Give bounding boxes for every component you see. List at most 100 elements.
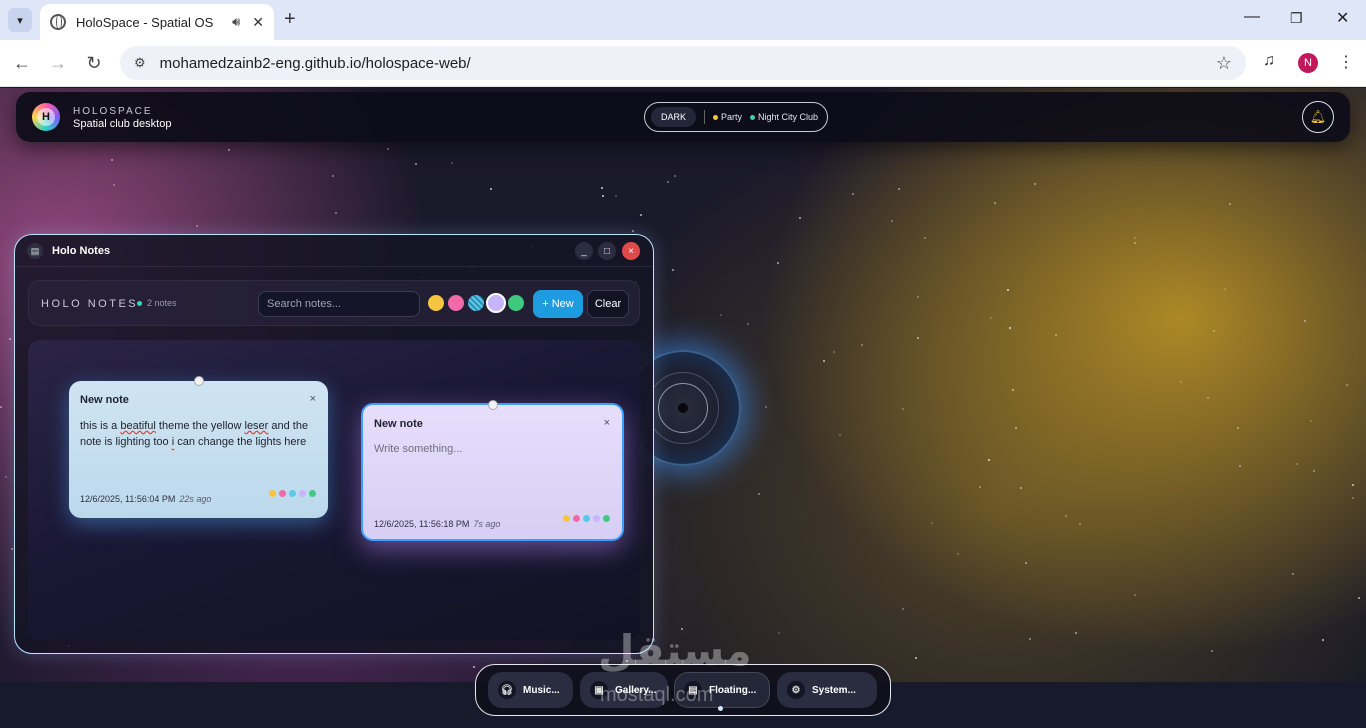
star-dot <box>979 486 981 488</box>
star-dot <box>833 351 835 353</box>
browser-tabstrip: ▾ HoloSpace - Spatial OS 🔊︎ ✕ + — ❐ ✕ <box>0 0 1366 40</box>
new-note-button[interactable]: + New <box>533 290 583 318</box>
minimize-window-icon[interactable]: — <box>1244 8 1260 26</box>
status-pill[interactable]: DARK Party Night City Club <box>644 102 828 132</box>
color-swatch-cyan[interactable] <box>468 295 484 311</box>
window-titlebar[interactable]: ▤ Holo Notes _ □ × <box>15 235 653 267</box>
color-swatch-lavender[interactable] <box>486 293 506 313</box>
note-swatch-green[interactable] <box>309 490 316 497</box>
star-dot <box>917 337 919 339</box>
star-dot <box>1075 632 1077 634</box>
pin-icon[interactable] <box>487 400 498 410</box>
bookmark-star-icon[interactable]: ☆ <box>1216 53 1232 74</box>
star-dot <box>852 193 854 195</box>
media-controls-icon[interactable]: ♫ <box>1263 52 1275 70</box>
note-body[interactable]: this is a beatiful theme the yellow lese… <box>80 418 316 450</box>
star-dot <box>839 434 841 436</box>
browser-tab[interactable]: HoloSpace - Spatial OS 🔊︎ ✕ <box>40 4 274 40</box>
note-title[interactable]: New note <box>80 394 129 406</box>
note-date: 12/6/2025, 11:56:04 PM <box>80 494 176 504</box>
close-button[interactable]: × <box>622 242 640 260</box>
theme-mode-badge[interactable]: DARK <box>651 107 697 127</box>
star-dot <box>1025 562 1027 564</box>
maximize-button[interactable]: □ <box>598 242 616 260</box>
note-swatch-cyan[interactable] <box>583 515 590 522</box>
note-swatch-lavender[interactable] <box>299 490 306 497</box>
reload-icon[interactable]: ↻ <box>83 52 105 74</box>
star-dot <box>747 323 749 325</box>
profile-avatar[interactable]: N <box>1298 53 1318 73</box>
minimize-button[interactable]: _ <box>575 242 593 260</box>
site-settings-icon[interactable]: ⚙ <box>134 55 146 71</box>
star-dot <box>891 220 893 222</box>
restore-window-icon[interactable]: ❐ <box>1290 10 1303 27</box>
more-menu-icon[interactable]: ⋮ <box>1338 52 1354 72</box>
star-dot <box>111 159 113 161</box>
search-input[interactable] <box>258 291 420 317</box>
color-swatch-yellow[interactable] <box>428 295 444 311</box>
tab-search-button[interactable]: ▾ <box>8 8 32 32</box>
star-dot <box>765 406 767 408</box>
bell-icon[interactable]: 🔔︎ <box>1302 101 1334 133</box>
close-note-icon[interactable]: × <box>604 417 610 429</box>
close-window-icon[interactable]: ✕ <box>1336 8 1349 28</box>
star-dot <box>632 230 634 232</box>
notes-window[interactable]: ▤ Holo Notes _ □ × HOLO NOTES 2 notes + … <box>14 234 654 654</box>
forward-icon[interactable]: → <box>47 52 69 74</box>
star-dot <box>451 162 453 164</box>
status-chip-party: Party <box>713 112 742 122</box>
close-tab-icon[interactable]: ✕ <box>252 14 264 31</box>
note-card[interactable]: New note × Write something... 12/6/2025,… <box>361 400 624 541</box>
color-swatch-green[interactable] <box>508 295 524 311</box>
star-dot <box>113 184 115 186</box>
note-swatch-green[interactable] <box>603 515 610 522</box>
star-dot <box>1352 484 1354 486</box>
star-dot <box>1009 327 1011 329</box>
star-dot <box>924 237 926 239</box>
note-swatch-lavender[interactable] <box>593 515 600 522</box>
note-swatch-pink[interactable] <box>279 490 286 497</box>
note-swatch-yellow[interactable] <box>563 515 570 522</box>
star-dot <box>988 459 990 461</box>
browser-toolbar: ← → ↻ ⚙ mohamedzainb2-eng.github.io/holo… <box>0 40 1366 87</box>
note-color-options[interactable] <box>269 490 316 497</box>
status-chip-label: Party <box>721 112 743 122</box>
dock-item-system[interactable]: ⚙ System... <box>777 672 877 708</box>
note-timestamp: 12/6/2025, 11:56:18 PM 7s ago <box>374 519 500 529</box>
headphones-icon: 🎧︎ <box>498 681 516 699</box>
speaker-icon[interactable]: 🔊︎ <box>232 14 240 30</box>
watermark-url: mostaql.com <box>600 684 714 706</box>
star-dot <box>902 608 904 610</box>
dock-item-music[interactable]: 🎧︎ Music... <box>488 672 573 708</box>
new-tab-button[interactable]: + <box>284 9 296 29</box>
brand-name: HOLOSPACE <box>73 106 153 117</box>
url-text[interactable]: mohamedzainb2-eng.github.io/holospace-we… <box>160 55 1216 72</box>
star-dot <box>196 225 198 227</box>
star-dot <box>1346 384 1348 386</box>
star-dot <box>601 187 603 189</box>
close-note-icon[interactable]: × <box>310 393 316 405</box>
star-dot <box>672 269 674 271</box>
note-swatch-yellow[interactable] <box>269 490 276 497</box>
note-swatch-cyan[interactable] <box>289 490 296 497</box>
star-dot <box>1079 523 1081 525</box>
address-bar[interactable]: ⚙ mohamedzainb2-eng.github.io/holospace-… <box>120 46 1246 80</box>
note-card[interactable]: New note × this is a beatiful theme the … <box>69 376 328 518</box>
star-dot <box>1213 330 1215 332</box>
star-dot <box>1310 420 1312 422</box>
color-swatch-pink[interactable] <box>448 295 464 311</box>
clear-button[interactable]: Clear <box>587 290 629 318</box>
star-dot <box>902 408 904 410</box>
star-dot <box>915 657 917 659</box>
notes-toolbar: HOLO NOTES 2 notes + New Clear <box>28 280 640 326</box>
holospace-desktop: H HOLOSPACE Spatial club desktop DARK Pa… <box>0 88 1366 728</box>
star-dot <box>1211 650 1213 652</box>
note-title[interactable]: New note <box>374 418 423 430</box>
star-dot <box>1304 320 1306 322</box>
back-icon[interactable]: ← <box>11 52 33 74</box>
star-dot <box>1134 242 1136 244</box>
note-placeholder[interactable]: Write something... <box>374 443 462 455</box>
note-color-options[interactable] <box>563 515 610 522</box>
pin-icon[interactable] <box>193 376 204 386</box>
note-swatch-pink[interactable] <box>573 515 580 522</box>
